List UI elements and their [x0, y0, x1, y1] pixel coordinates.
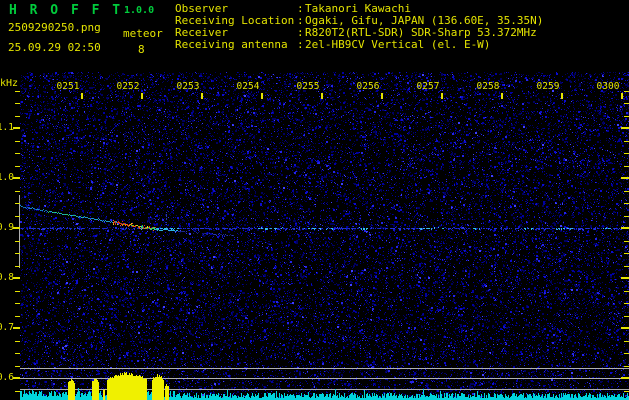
- hrofft-screenshot: H R O F F T 1.0.0 2509290250.png meteor …: [0, 0, 629, 400]
- freq-tick-label: 0.7: [0, 322, 14, 333]
- freq-tick-label: 0.6: [0, 372, 14, 383]
- freq-tick-label: 1.1: [0, 122, 14, 133]
- capture-datetime: 25.09.29 02:50: [8, 41, 101, 54]
- station-info-separator: :: [297, 38, 304, 51]
- time-tick-label: 0258: [476, 81, 500, 92]
- freq-tick-label: 1.0: [0, 172, 14, 183]
- station-info-value: 2el-HB9CV Vertical (el. E-W): [305, 38, 491, 51]
- time-tick-label: 0256: [356, 81, 380, 92]
- time-tick-label: 0253: [176, 81, 200, 92]
- time-tick-label: 0251: [56, 81, 80, 92]
- time-tick-label: 0257: [416, 81, 440, 92]
- time-tick-label: 0252: [116, 81, 140, 92]
- spectrogram-canvas: [0, 0, 629, 400]
- time-tick-label: 0254: [236, 81, 260, 92]
- app-title: H R O F F T: [9, 3, 123, 18]
- echo-count: 8: [138, 43, 145, 56]
- time-tick-label: 0300: [596, 81, 620, 92]
- app-version: 1.0.0: [124, 5, 155, 16]
- freq-tick-label: 0.9: [0, 222, 14, 233]
- station-info-row: Receiving antenna:2el-HB9CV Vertical (el…: [175, 39, 543, 51]
- time-tick-label: 0259: [536, 81, 560, 92]
- time-tick-label: 0255: [296, 81, 320, 92]
- station-info-label: Receiving antenna: [175, 38, 288, 51]
- station-info: Observer: Takanori Kawachi Receiving Locat…: [175, 3, 543, 51]
- capture-filename: 2509290250.png: [8, 21, 101, 34]
- freq-axis-unit-label: kHz: [0, 78, 19, 89]
- freq-tick-label: 0.8: [0, 272, 14, 283]
- capture-mode: meteor: [123, 27, 163, 40]
